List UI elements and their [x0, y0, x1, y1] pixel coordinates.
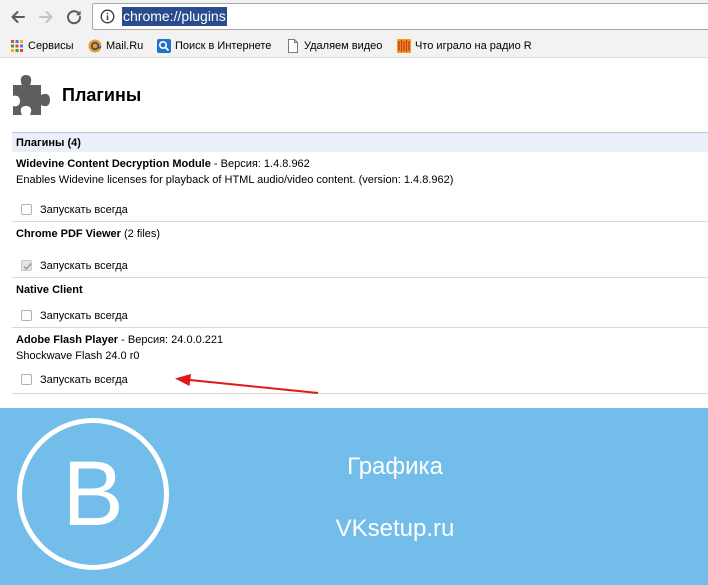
vk-logo: B: [17, 418, 169, 570]
logo-letter: B: [62, 443, 124, 545]
watermark-banner: B Графика VKsetup.ru: [0, 408, 708, 585]
banner-site: VKsetup.ru: [335, 515, 455, 542]
banner-caption: Графика: [347, 453, 443, 480]
annotation-arrow: [175, 374, 319, 394]
